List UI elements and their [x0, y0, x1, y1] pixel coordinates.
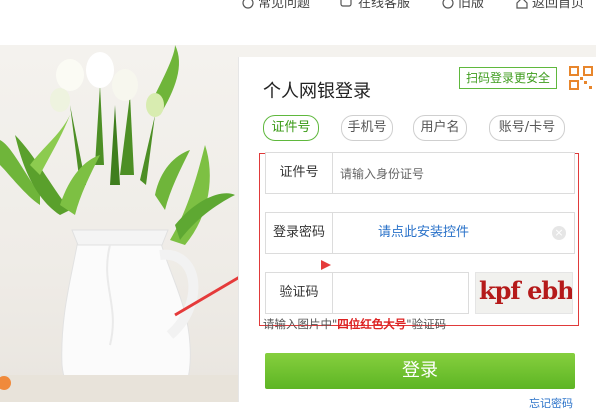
install-control-link[interactable]: 请点此安装控件 [378, 213, 469, 253]
password-row: 登录密码 请点此安装控件 × [265, 212, 575, 254]
login-title: 个人网银登录 [263, 81, 371, 102]
question-icon [242, 0, 254, 9]
captcha-hint-emphasis: 四位红色大号 [337, 317, 407, 331]
login-button[interactable]: 登录 [265, 353, 575, 389]
captcha-row: 验证码 [265, 272, 562, 314]
id-number-label: 证件号 [266, 153, 333, 193]
login-panel: 个人网银登录 扫码登录更安全 证件号 手机号 用户名 账号/卡号 证件号 登录密… [238, 57, 596, 410]
qr-login-button[interactable]: 扫码登录更安全 [459, 67, 558, 89]
id-number-input[interactable] [338, 162, 562, 186]
top-nav: 常见问题 在线客服 旧版 返回首页 [0, 0, 596, 16]
nav-item-home[interactable]: 返回首页 [532, 0, 584, 11]
clock-icon [442, 0, 454, 9]
nav-item-faq[interactable]: 常见问题 [258, 0, 310, 11]
password-label: 登录密码 [266, 213, 333, 253]
pointer-triangle-icon [321, 260, 331, 270]
captcha-image[interactable]: kpf ebh [475, 272, 573, 314]
id-number-row: 证件号 [265, 152, 575, 194]
qr-code-icon[interactable] [569, 66, 593, 90]
tab-id-number[interactable]: 证件号 [263, 115, 319, 141]
nav-item-online-service[interactable]: 在线客服 [358, 0, 410, 11]
tab-username[interactable]: 用户名 [413, 115, 467, 141]
captcha-hint: 请输入图片中"四位红色大号"验证码 [263, 317, 447, 331]
nav-item-old-version[interactable]: 旧版 [458, 0, 484, 11]
home-icon [516, 0, 528, 9]
tab-phone[interactable]: 手机号 [341, 115, 393, 141]
clear-icon[interactable]: × [552, 226, 566, 240]
forgot-password-link[interactable]: 忘记密码 [529, 395, 573, 411]
chat-icon [340, 0, 352, 7]
captcha-image-text: kpf ebh [479, 276, 573, 305]
tab-account-card[interactable]: 账号/卡号 [489, 115, 565, 141]
captcha-label: 验证码 [266, 273, 333, 313]
